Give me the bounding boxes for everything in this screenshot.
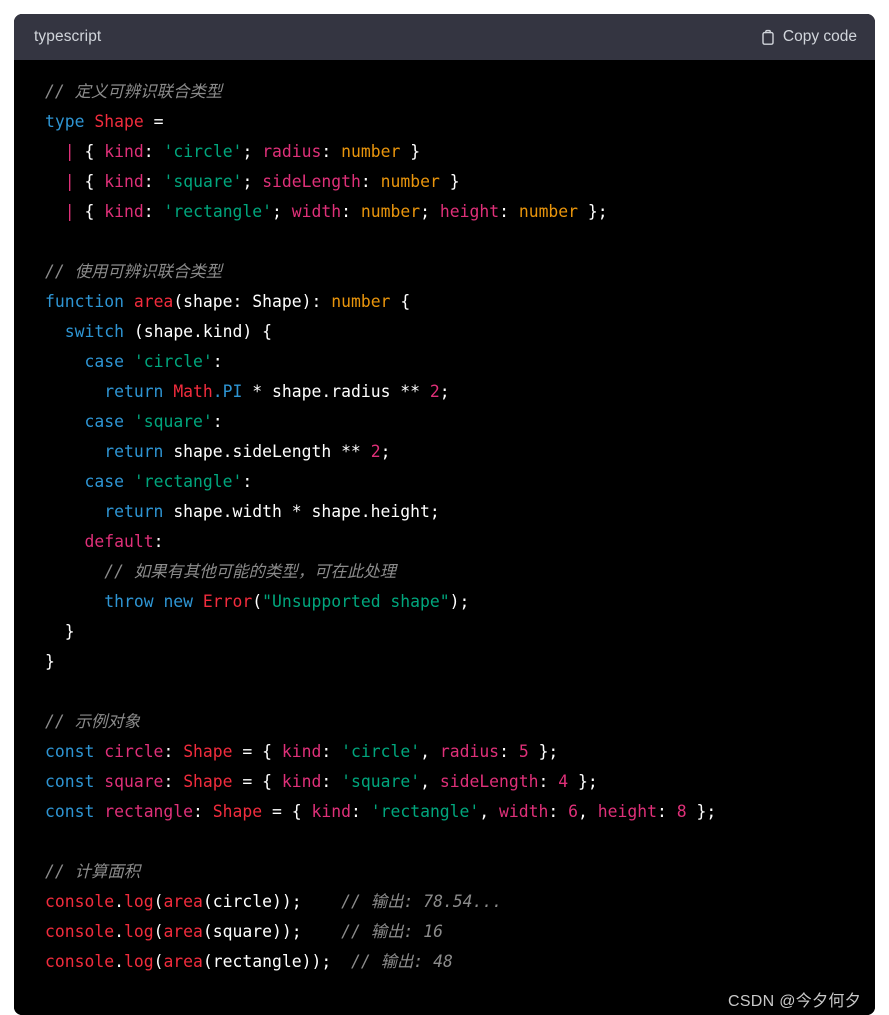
code-line: console.log(area(square)); // 输出: 16 [45, 922, 443, 941]
code-line: const circle: Shape = { kind: 'circle', … [45, 742, 559, 761]
code-line: case 'circle': [84, 352, 223, 371]
code-line: type Shape = [45, 112, 164, 131]
code-block: typescript Copy code // 定义可辨识联合类型 type Sh… [14, 14, 875, 1015]
code-line: console.log(area(rectangle)); // 输出: 48 [45, 952, 453, 971]
copy-code-label: Copy code [782, 28, 857, 45]
code-line: // 如果有其他可能的类型，可在此处理 [104, 562, 397, 581]
code-line: | { kind: 'circle'; radius: number } [64, 142, 421, 161]
code-line: return shape.width * shape.height; [104, 502, 440, 521]
clipboard-icon [760, 29, 776, 46]
code-line: return Math.PI * shape.radius ** 2; [104, 382, 450, 401]
code-line: case 'rectangle': [84, 472, 253, 491]
code-line: // 计算面积 [45, 862, 141, 881]
code-line: case 'square': [84, 412, 223, 431]
code-content[interactable]: // 定义可辨识联合类型 type Shape = | { kind: 'circ… [14, 77, 875, 977]
code-line: switch (shape.kind) { [64, 322, 273, 341]
code-line: throw new Error("Unsupported shape"); [104, 592, 470, 611]
code-line: return shape.sideLength ** 2; [104, 442, 391, 461]
code-body: // 定义可辨识联合类型 type Shape = | { kind: 'circ… [14, 60, 875, 1015]
csdn-watermark: CSDN @今夕何夕 [727, 993, 861, 1010]
language-label: typescript [34, 28, 102, 45]
code-line: const square: Shape = { kind: 'square', … [45, 772, 598, 791]
code-line: const rectangle: Shape = { kind: 'rectan… [45, 802, 717, 821]
code-line: console.log(area(circle)); // 输出: 78.54.… [45, 892, 503, 911]
code-line: // 示例对象 [45, 712, 141, 731]
code-line: } [45, 652, 55, 671]
code-line: // 定义可辨识联合类型 [45, 82, 223, 101]
code-line: | { kind: 'rectangle'; width: number; he… [64, 202, 608, 221]
code-block-header: typescript Copy code [14, 14, 875, 60]
copy-code-button[interactable]: Copy code [758, 24, 859, 50]
code-line: } [64, 622, 75, 641]
code-line: // 使用可辨识联合类型 [45, 262, 223, 281]
code-line: function area(shape: Shape): number { [45, 292, 411, 311]
code-line: | { kind: 'square'; sideLength: number } [64, 172, 460, 191]
code-line: default: [84, 532, 164, 551]
